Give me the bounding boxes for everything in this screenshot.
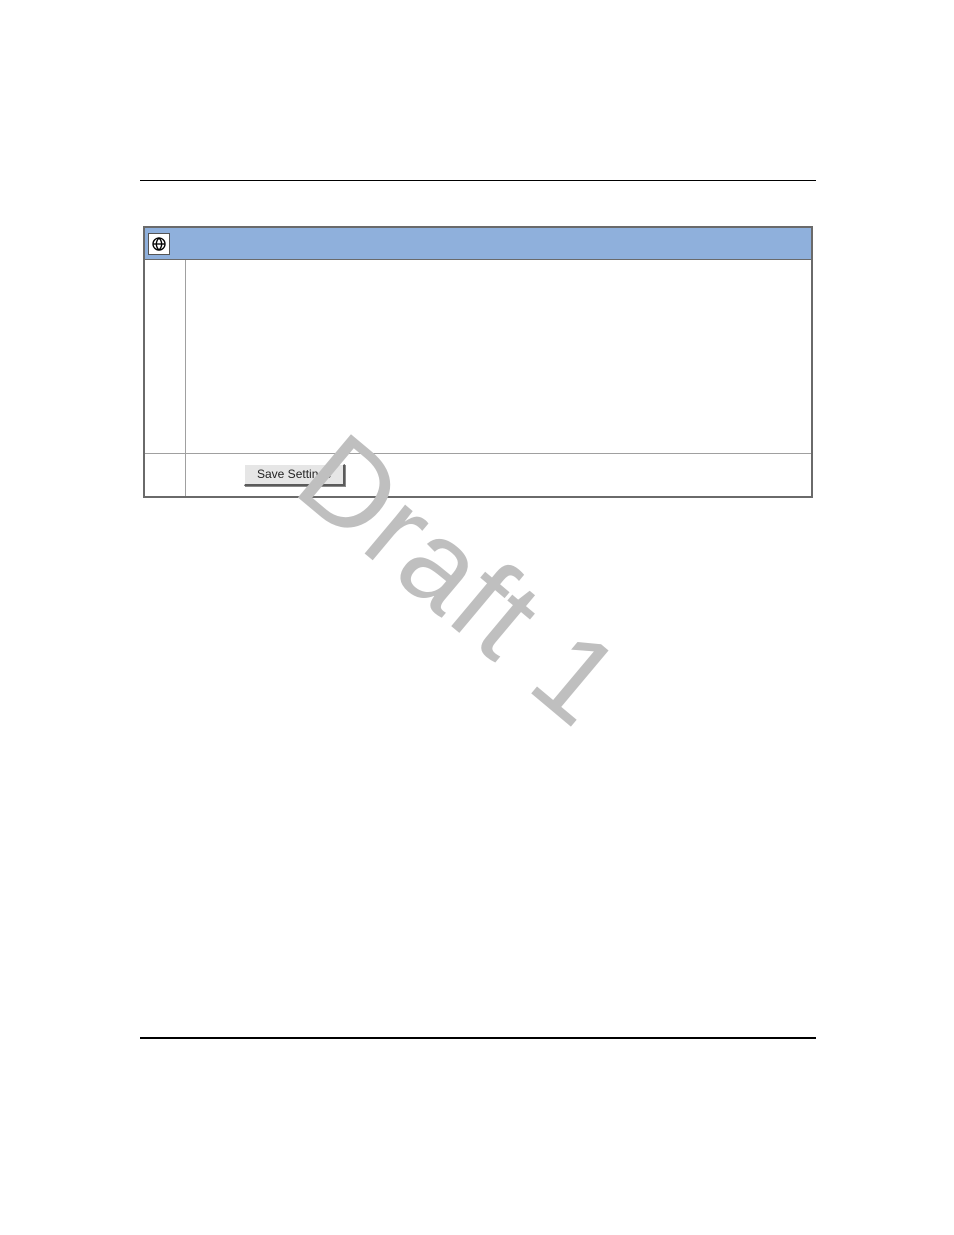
save-settings-button[interactable]: Save Settings <box>244 464 345 486</box>
dialog-footer: Save Settings <box>145 454 811 496</box>
page: Save Settings Draft 1 <box>0 0 954 1235</box>
dialog-footer-right: Save Settings <box>186 454 811 496</box>
titlebar <box>145 228 811 260</box>
dialog-footer-left <box>145 454 186 496</box>
dialog-window: Save Settings <box>143 226 813 498</box>
footer-divider <box>140 1037 816 1039</box>
dialog-main <box>186 260 811 453</box>
dialog-body <box>145 260 811 454</box>
globe-icon <box>148 233 170 255</box>
dialog-sidebar <box>145 260 186 453</box>
header-divider <box>140 180 816 181</box>
